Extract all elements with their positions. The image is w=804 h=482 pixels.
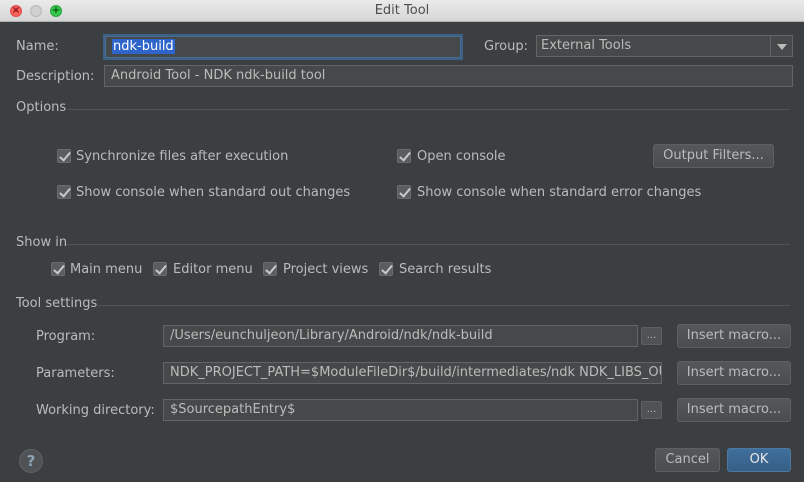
main-menu-label: Main menu <box>70 262 143 277</box>
output-filters-button[interactable]: Output Filters... <box>653 144 774 168</box>
window-title: Edit Tool <box>374 3 430 18</box>
title-bar: × + Edit Tool <box>0 0 804 22</box>
ok-button[interactable]: OK <box>727 448 791 472</box>
parameters-field[interactable]: NDK_PROJECT_PATH=$ModuleFileDir$/build/i… <box>163 362 662 384</box>
group-value: External Tools <box>541 38 632 53</box>
parameters-label: Parameters: <box>36 366 115 381</box>
group-select[interactable]: External Tools <box>536 35 793 57</box>
description-field[interactable]: Android Tool - NDK ndk-build tool <box>104 65 793 87</box>
editor-menu-checkbox[interactable] <box>153 262 167 276</box>
search-results-label: Search results <box>399 262 492 277</box>
open-console-label: Open console <box>417 149 506 164</box>
working-directory-field[interactable]: $SourcepathEntry$ <box>163 399 638 421</box>
parameters-insert-macro-button[interactable]: Insert macro... <box>677 361 791 385</box>
tool-settings-divider <box>96 305 790 306</box>
show-console-stderr-label: Show console when standard error changes <box>417 185 702 200</box>
working-directory-browse-button[interactable]: ... <box>641 401 662 419</box>
working-directory-label: Working directory: <box>36 403 155 418</box>
project-views-label: Project views <box>283 262 369 277</box>
chevron-down-icon[interactable] <box>770 36 792 56</box>
group-label: Group: <box>484 39 528 54</box>
sync-files-checkbox[interactable] <box>57 149 71 163</box>
cancel-button[interactable]: Cancel <box>655 448 720 472</box>
show-console-stderr-checkbox[interactable] <box>397 185 411 199</box>
project-views-checkbox[interactable] <box>263 262 277 276</box>
show-in-section-title: Show in <box>16 235 68 250</box>
program-label: Program: <box>36 329 96 344</box>
editor-menu-label: Editor menu <box>173 262 253 277</box>
description-label: Description: <box>16 69 95 84</box>
main-menu-checkbox[interactable] <box>51 262 65 276</box>
options-section-title: Options <box>16 100 67 115</box>
show-console-stdout-label: Show console when standard out changes <box>76 185 351 200</box>
name-label: Name: <box>16 39 59 54</box>
options-divider <box>68 109 790 110</box>
tool-settings-section-title: Tool settings <box>16 296 98 311</box>
working-directory-insert-macro-button[interactable]: Insert macro... <box>677 398 791 422</box>
sync-files-label: Synchronize files after execution <box>76 149 289 164</box>
show-in-divider <box>66 244 790 245</box>
search-results-checkbox[interactable] <box>379 262 393 276</box>
program-field[interactable]: /Users/eunchuljeon/Library/Android/ndk/n… <box>163 325 638 347</box>
help-icon[interactable]: ? <box>19 449 43 473</box>
show-console-stdout-checkbox[interactable] <box>57 185 71 199</box>
program-insert-macro-button[interactable]: Insert macro... <box>677 324 791 348</box>
name-field[interactable]: ndk-build <box>105 36 461 58</box>
name-value: ndk-build <box>112 39 175 54</box>
open-console-checkbox[interactable] <box>397 149 411 163</box>
program-browse-button[interactable]: ... <box>641 327 662 345</box>
